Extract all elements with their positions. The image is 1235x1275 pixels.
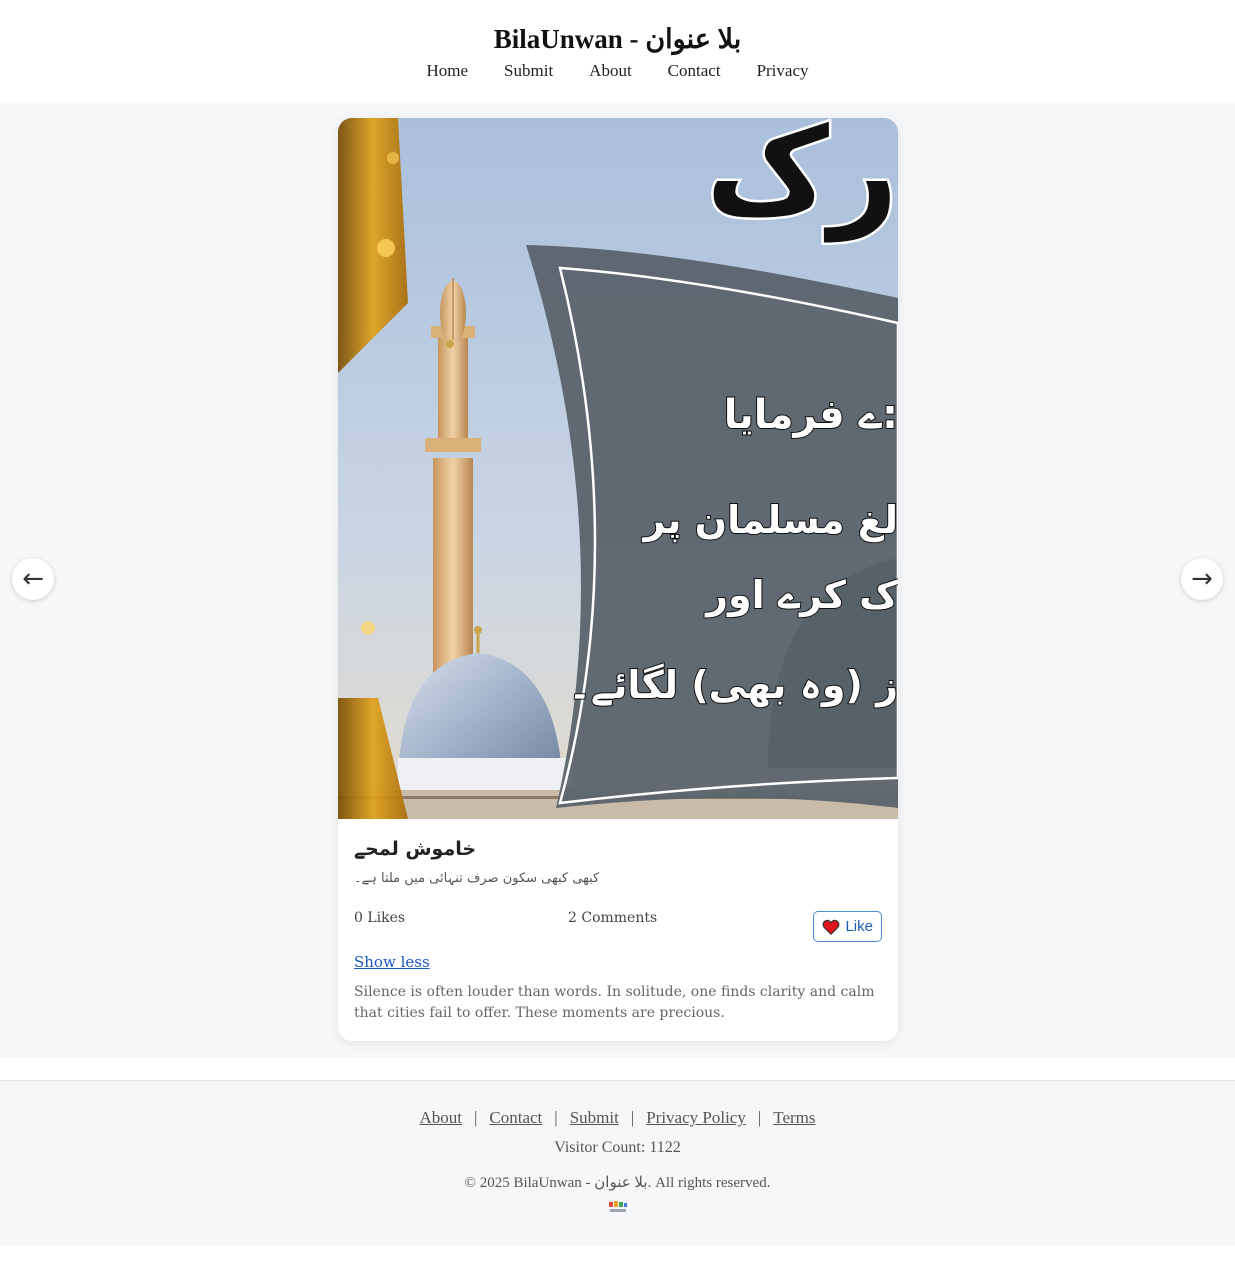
main-content: ← → رک ے فرمایا: لغ مسلمان پر ک کرے اور … [0,102,1235,1057]
site-header: BilaUnwan - بلا عنوان Home Submit About … [0,0,1235,102]
post-excerpt: کبھی کبھی سکون صرف تنہائی میں ملتا ہے۔ [354,871,600,886]
footer-about-link[interactable]: About [419,1108,462,1128]
arrow-right-icon: → [1191,564,1213,594]
footer-separator: | [554,1108,558,1127]
footer-separator: | [757,1108,762,1127]
image-text-line-2: لغ مسلمان پر [642,498,898,542]
image-text-line-1: ے فرمایا: [724,392,898,438]
footer-privacy-link[interactable]: Privacy Policy [646,1108,746,1128]
nav-contact-link[interactable]: Contact [668,60,721,82]
prev-post-button[interactable]: ← [12,558,54,600]
image-text-line-3: ک کرے اور [704,573,898,618]
post-full-text: Silence is often louder than words. In s… [354,984,875,1021]
site-title: BilaUnwan - بلا عنوان [493,24,742,54]
post-image: رک ے فرمایا: لغ مسلمان پر ک کرے اور ز (و… [338,118,898,819]
visitor-count: Visitor Count: 1122 [554,1139,681,1156]
likes-count: 0 Likes [354,910,406,926]
post-card: رک ے فرمایا: لغ مسلمان پر ک کرے اور ز (و… [338,118,898,1041]
nav-privacy-link[interactable]: Privacy [757,60,809,82]
top-nav: Home Submit About Contact Privacy [0,60,1235,82]
like-label: Like [845,918,873,935]
image-text-line-4: ز (وہ بھی) لگائے۔ [569,663,898,708]
nav-submit-link[interactable]: Submit [504,60,553,82]
nav-about-link[interactable]: About [589,60,632,82]
next-post-button[interactable]: → [1181,558,1223,600]
footer-links: About | Contact | Submit | Privacy Polic… [0,1108,1235,1128]
site-logo-icon [608,1201,627,1212]
post-title: خاموش لمحے [354,838,477,860]
site-footer: About | Contact | Submit | Privacy Polic… [0,1080,1235,1246]
nav-home-link[interactable]: Home [427,60,469,82]
post-stats: 0 Likes 2 Comments Like [354,908,882,942]
show-less-link[interactable]: Show less [354,953,430,971]
image-heading-text: رک [706,118,898,242]
post-body: خاموش لمحے کبھی کبھی سکون صرف تنہائی میں… [354,836,882,1021]
footer-submit-link[interactable]: Submit [570,1108,619,1128]
footer-separator: | [630,1108,635,1127]
like-button[interactable]: Like [813,911,882,942]
footer-contact-link[interactable]: Contact [489,1108,542,1128]
comments-count[interactable]: 2 Comments [568,910,657,926]
footer-terms-link[interactable]: Terms [773,1108,815,1128]
copyright: © 2025 BilaUnwan - بلا عنوان. All rights… [464,1175,771,1191]
footer-separator: | [473,1108,478,1127]
arrow-left-icon: ← [22,564,44,594]
heart-icon [823,919,840,935]
